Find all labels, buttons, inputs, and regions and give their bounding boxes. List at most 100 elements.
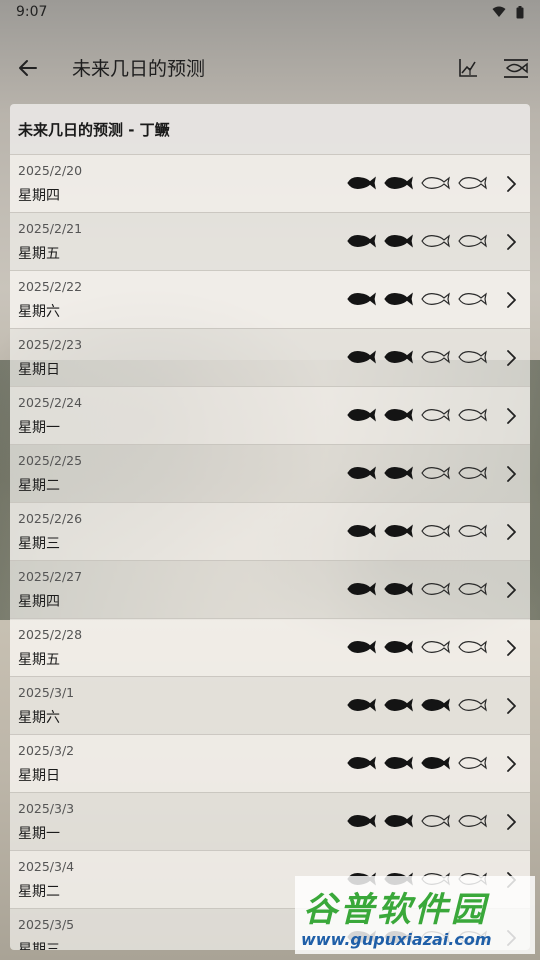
fish-rating (346, 349, 488, 365)
forecast-date: 2025/2/22 (18, 279, 83, 294)
fish-filled-icon (384, 466, 413, 480)
chevron-right-icon (507, 176, 516, 192)
forecast-weekday: 星期四 (18, 188, 60, 204)
fish-outline-icon (421, 176, 450, 190)
fish-filled-icon (347, 292, 376, 306)
fish-filled-icon (347, 814, 376, 828)
fish-rating (346, 697, 488, 713)
fish-rating (346, 755, 488, 771)
fish-rating (346, 523, 488, 539)
forecast-weekday: 星期二 (18, 478, 60, 494)
forecast-row[interactable]: 2025/3/2 星期日 (10, 734, 530, 792)
fish-filled-icon (384, 756, 413, 770)
fish-rating (346, 233, 488, 249)
fish-outline-icon (458, 292, 487, 306)
fish-outline-icon (421, 234, 450, 248)
forecast-card: 未来几日的预测 - 丁鳜 2025/2/20 星期四 2025/2/21 星期五 202… (10, 104, 530, 950)
fish-outline-icon (458, 698, 487, 712)
status-time: 9:07 (16, 4, 48, 20)
forecast-date: 2025/3/2 (18, 743, 75, 758)
fish-filled-icon (347, 408, 376, 422)
fish-filled-icon (347, 698, 376, 712)
fish-filled-icon (347, 350, 376, 364)
fish-rating (346, 175, 488, 191)
arrow-left-icon[interactable] (14, 54, 42, 82)
forecast-weekday: 星期五 (18, 246, 60, 262)
fish-filled-icon (347, 234, 376, 248)
fish-outline-icon (421, 292, 450, 306)
fish-outline-icon (421, 524, 450, 538)
fish-outline-icon (458, 524, 487, 538)
fish-rating (346, 465, 488, 481)
fish-filled-icon (384, 350, 413, 364)
forecast-row[interactable]: 2025/2/23 星期日 (10, 328, 530, 386)
chevron-right-icon (507, 698, 516, 714)
forecast-row[interactable]: 2025/2/20 星期四 (10, 154, 530, 212)
chevron-right-icon (507, 814, 516, 830)
forecast-weekday: 星期三 (18, 942, 60, 950)
fish-outline-icon (421, 350, 450, 364)
forecast-row[interactable]: 2025/2/24 星期一 (10, 386, 530, 444)
forecast-row[interactable]: 2025/3/3 星期一 (10, 792, 530, 850)
forecast-row[interactable]: 2025/2/21 星期五 (10, 212, 530, 270)
chevron-right-icon (507, 292, 516, 308)
forecast-row[interactable]: 2025/2/27 星期四 (10, 560, 530, 618)
forecast-weekday: 星期日 (18, 768, 60, 784)
fish-filled-icon (384, 698, 413, 712)
fish-rating (346, 639, 488, 655)
forecast-date: 2025/2/24 (18, 395, 83, 410)
fish-outline-icon (458, 234, 487, 248)
forecast-row[interactable]: 2025/2/26 星期三 (10, 502, 530, 560)
fish-filled-icon (384, 524, 413, 538)
fish-filled-icon (384, 234, 413, 248)
fish-filled-icon (347, 176, 376, 190)
battery-icon (516, 5, 524, 18)
fish-filled-icon (347, 582, 376, 596)
forecast-date: 2025/3/4 (18, 859, 75, 874)
fish-outline-icon (458, 408, 487, 422)
fish-outline-icon (458, 176, 487, 190)
forecast-weekday: 星期三 (18, 536, 60, 552)
forecast-row[interactable]: 2025/2/28 星期五 (10, 618, 530, 676)
forecast-weekday: 星期六 (18, 710, 60, 726)
forecast-date: 2025/3/5 (18, 917, 75, 932)
forecast-weekday: 星期四 (18, 594, 60, 610)
forecast-date: 2025/2/25 (18, 453, 83, 468)
fish-filled-icon (384, 176, 413, 190)
forecast-weekday: 星期一 (18, 826, 60, 842)
fish-outline-icon (458, 582, 487, 596)
chevron-right-icon (507, 466, 516, 482)
fish-menu-icon[interactable] (502, 56, 530, 80)
chevron-right-icon (507, 524, 516, 540)
forecast-row[interactable]: 2025/2/25 星期二 (10, 444, 530, 502)
fish-filled-icon (347, 466, 376, 480)
forecast-row[interactable]: 2025/2/22 星期六 (10, 270, 530, 328)
watermark-url: www.gupuxiazai.com (301, 930, 492, 949)
fish-outline-icon (458, 466, 487, 480)
card-header: 未来几日的预测 - 丁鳜 (10, 104, 530, 154)
fish-outline-icon (458, 350, 487, 364)
fish-rating (346, 407, 488, 423)
forecast-date: 2025/2/26 (18, 511, 83, 526)
chart-icon[interactable] (456, 56, 480, 80)
fish-outline-icon (421, 466, 450, 480)
fish-outline-icon (421, 814, 450, 828)
status-bar: 9:07 (0, 0, 540, 24)
watermark-logo-text: 谷普软件园 (303, 890, 488, 930)
forecast-row[interactable]: 2025/3/1 星期六 (10, 676, 530, 734)
forecast-date: 2025/3/1 (18, 685, 75, 700)
forecast-weekday: 星期六 (18, 304, 60, 320)
fish-filled-icon (384, 814, 413, 828)
forecast-list: 2025/2/20 星期四 2025/2/21 星期五 2025/2/22 星期六 2025… (10, 154, 530, 950)
chevron-right-icon (507, 234, 516, 250)
forecast-date: 2025/2/28 (18, 627, 83, 642)
chevron-right-icon (507, 350, 516, 366)
fish-filled-icon (421, 698, 450, 712)
fish-outline-icon (458, 756, 487, 770)
fish-rating (346, 581, 488, 597)
forecast-weekday: 星期一 (18, 420, 60, 436)
fish-filled-icon (347, 756, 376, 770)
fish-filled-icon (384, 292, 413, 306)
page-title: 未来几日的预测 (72, 58, 206, 80)
forecast-date: 2025/2/27 (18, 569, 83, 584)
